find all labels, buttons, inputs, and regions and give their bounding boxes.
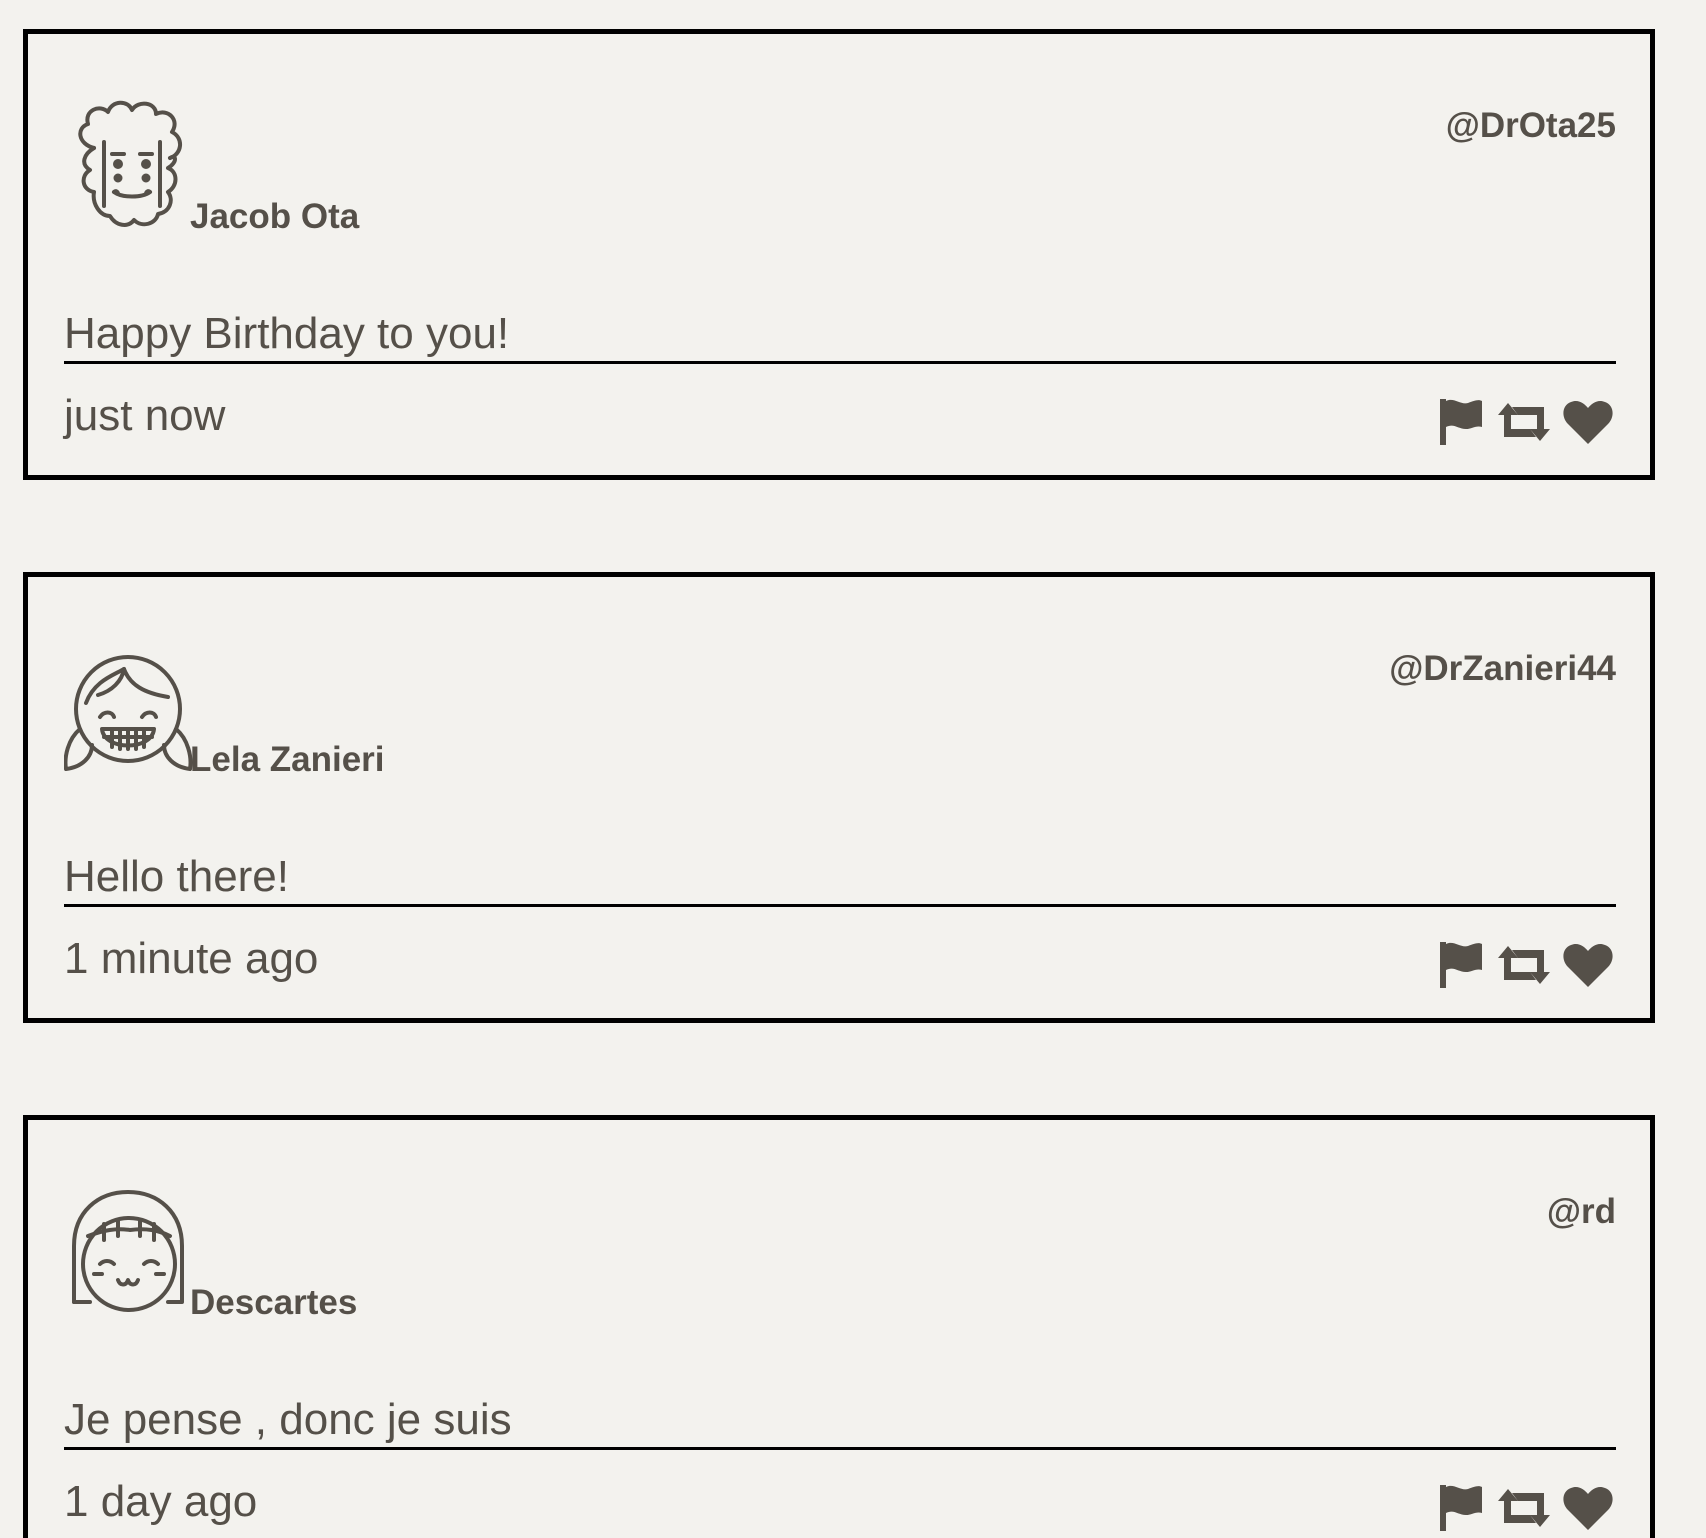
retweet-icon[interactable] (1496, 939, 1552, 991)
retweet-icon[interactable] (1496, 1482, 1552, 1534)
tweet-actions (1432, 396, 1616, 448)
tweet-actions (1432, 939, 1616, 991)
tweet-message: Happy Birthday to you! (64, 306, 1616, 364)
bob-hair-girl-avatar-icon (64, 1184, 194, 1320)
tweet-timestamp: 1 day ago (64, 1477, 258, 1526)
display-name[interactable]: Lela Zanieri (190, 740, 385, 780)
pigtails-girl-avatar-icon (64, 641, 194, 777)
tweet-timestamp: 1 minute ago (64, 934, 319, 983)
user-handle[interactable]: @DrOta25 (1446, 106, 1616, 146)
flag-icon[interactable] (1432, 396, 1488, 448)
tweet-card: Jacob Ota @DrOta25 Happy Birthday to you… (23, 29, 1655, 480)
tweet-card: Descartes @rd Je pense , donc je suis 1 … (23, 1115, 1655, 1538)
tweet-message: Hello there! (64, 849, 1616, 907)
heart-icon[interactable] (1560, 396, 1616, 448)
flag-icon[interactable] (1432, 1482, 1488, 1534)
tweet-card: Lela Zanieri @DrZanieri44 Hello there! 1… (23, 572, 1655, 1023)
tweet-actions (1432, 1482, 1616, 1534)
curly-hair-man-avatar-icon (64, 98, 194, 234)
retweet-icon[interactable] (1496, 396, 1552, 448)
user-handle[interactable]: @DrZanieri44 (1389, 649, 1616, 689)
tweet-feed: Jacob Ota @DrOta25 Happy Birthday to you… (0, 0, 1706, 1538)
tweet-timestamp: just now (64, 391, 226, 440)
display-name[interactable]: Descartes (190, 1283, 357, 1323)
user-handle[interactable]: @rd (1547, 1192, 1616, 1232)
heart-icon[interactable] (1560, 939, 1616, 991)
flag-icon[interactable] (1432, 939, 1488, 991)
display-name[interactable]: Jacob Ota (190, 197, 359, 237)
tweet-message: Je pense , donc je suis (64, 1392, 1616, 1450)
heart-icon[interactable] (1560, 1482, 1616, 1534)
